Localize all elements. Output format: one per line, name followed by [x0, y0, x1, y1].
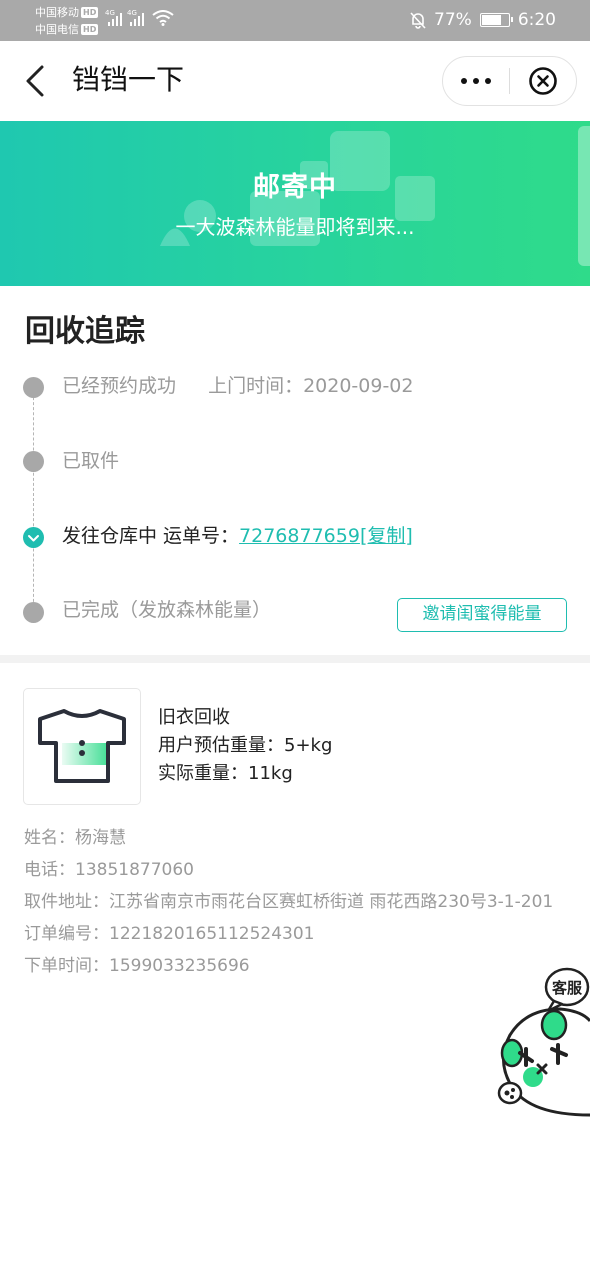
timeline-line	[33, 387, 34, 612]
contact-name: 姓名：杨海慧	[24, 828, 126, 848]
dot-icon	[473, 78, 479, 84]
more-button[interactable]	[443, 57, 509, 105]
product-info: 旧衣回收 用户预估重量：5+kg 实际重量：11kg	[158, 704, 332, 788]
tracking-heading: 回收追踪	[25, 314, 145, 349]
actual-weight: 实际重量：11kg	[158, 763, 293, 784]
mascot-icon: 客服	[497, 967, 590, 1117]
battery-icon	[479, 13, 513, 27]
step-dot	[23, 377, 44, 398]
service-label: 客服	[551, 979, 583, 997]
tshirt-icon	[38, 709, 126, 783]
check-icon	[23, 527, 44, 548]
back-button[interactable]	[22, 63, 52, 99]
step-label: 发往仓库中 运单号：7276877659[复制]	[62, 525, 413, 547]
nav-bar: 铛铛一下	[0, 41, 590, 121]
timeline-step-current: 发往仓库中 运单号：7276877659[复制]	[0, 524, 590, 564]
carrier-1: 中国移动	[35, 6, 79, 19]
customer-service-button[interactable]: 客服	[490, 965, 590, 1140]
status-bar: 中国移动 HD 中国电信 HD 4G 4G 77% 6:20	[0, 0, 590, 41]
contact-phone: 电话：13851877060	[24, 860, 194, 880]
status-banner: 邮寄中 一大波森林能量即将到来...	[0, 121, 590, 286]
order-number: 订单编号：1221820165112524301	[24, 924, 315, 944]
signal-icon: 4G	[127, 9, 144, 26]
step-dot	[23, 602, 44, 623]
order-details: 姓名：杨海慧 电话：13851877060 取件地址：江苏省南京市雨花台区赛虹桥…	[24, 826, 574, 986]
product-image	[23, 688, 141, 805]
clock: 6:20	[517, 10, 556, 30]
close-button[interactable]	[510, 57, 576, 105]
timeline-step: 已经预约成功 上门时间：2020-09-02	[0, 374, 590, 414]
status-right: 77% 6:20	[410, 10, 556, 30]
dot-icon	[461, 78, 467, 84]
signal-icon: 4G	[105, 9, 122, 26]
signal-icons: 4G 4G	[105, 9, 174, 26]
invite-button[interactable]: 邀请闺蜜得能量	[397, 598, 567, 632]
product-name: 旧衣回收	[158, 707, 230, 728]
timeline-step: 已取件	[0, 450, 590, 490]
wifi-icon	[152, 10, 174, 26]
hd-badge: HD	[81, 7, 99, 18]
waybill-number[interactable]: 7276877659	[239, 525, 360, 547]
bell-muted-icon	[410, 11, 426, 29]
step-label: 已完成（发放森林能量）	[62, 599, 272, 621]
step-label: 已经预约成功 上门时间：2020-09-02	[62, 375, 414, 397]
scrollbar[interactable]	[578, 126, 590, 266]
copy-link[interactable]: [复制]	[360, 525, 413, 547]
hd-badge: HD	[81, 24, 99, 35]
page-title: 铛铛一下	[72, 63, 185, 96]
carrier-2: 中国电信	[35, 23, 79, 36]
section-divider	[0, 655, 590, 663]
step-dot	[23, 451, 44, 472]
chevron-left-icon	[26, 65, 44, 97]
mini-program-capsule	[442, 56, 577, 106]
carrier-info: 中国移动 HD 中国电信 HD	[35, 4, 99, 38]
estimated-weight: 用户预估重量：5+kg	[158, 735, 333, 756]
pickup-time: 上门时间：2020-09-02	[208, 375, 414, 397]
step-label: 已取件	[62, 450, 120, 472]
dot-icon	[485, 78, 491, 84]
battery-percent: 77%	[434, 10, 472, 30]
banner-title: 邮寄中	[253, 172, 337, 203]
banner-subtitle: 一大波森林能量即将到来...	[175, 215, 415, 239]
close-circle-icon	[529, 67, 557, 95]
pickup-address: 取件地址：江苏省南京市雨花台区赛虹桥街道 雨花西路230号3-1-201	[24, 892, 554, 912]
